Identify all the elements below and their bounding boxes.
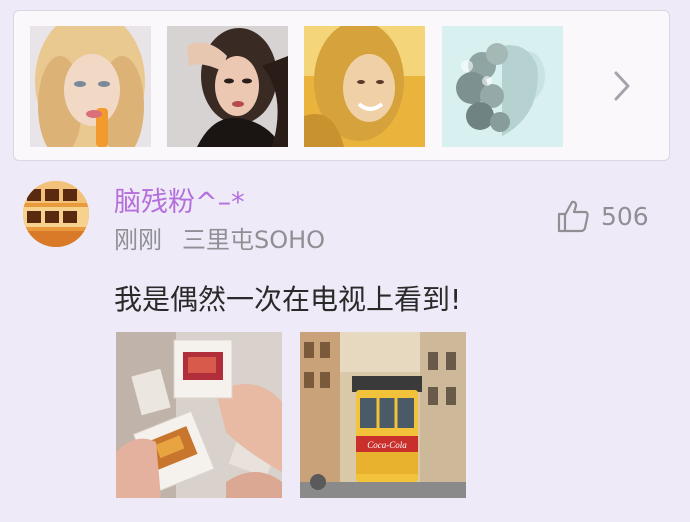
username[interactable]: 脑残粉^–* [114,180,245,219]
post-meta: 刚刚 三里屯SOHO [114,220,325,255]
post-image-tram[interactable]: Coca-Cola [300,332,466,498]
thumbnail-double-exposure[interactable] [442,26,563,147]
chevron-right-icon [614,71,630,101]
avatar[interactable] [23,181,89,247]
post-text: 我是偶然一次在电视上看到! [114,283,462,316]
post-location[interactable]: 三里屯SOHO [182,226,325,254]
thumbnail-smiling-blonde[interactable] [304,26,425,147]
post-time: 刚刚 [114,226,162,254]
like-button[interactable]: 506 [555,196,649,236]
like-count: 506 [601,201,649,231]
strip-next-button[interactable] [604,63,640,109]
post-image-slides[interactable] [116,332,282,498]
thumbnail-brunette-woman[interactable] [167,26,288,147]
photo-strip-card [13,10,670,161]
tram-sign-text: Coca-Cola [367,440,407,450]
thumbnail-blonde-woman[interactable] [30,26,151,147]
page: 脑残粉^–* 刚刚 三里屯SOHO 506 我是偶然一次在电视上看到! Coca… [0,0,690,522]
thumbs-up-icon [557,200,589,233]
